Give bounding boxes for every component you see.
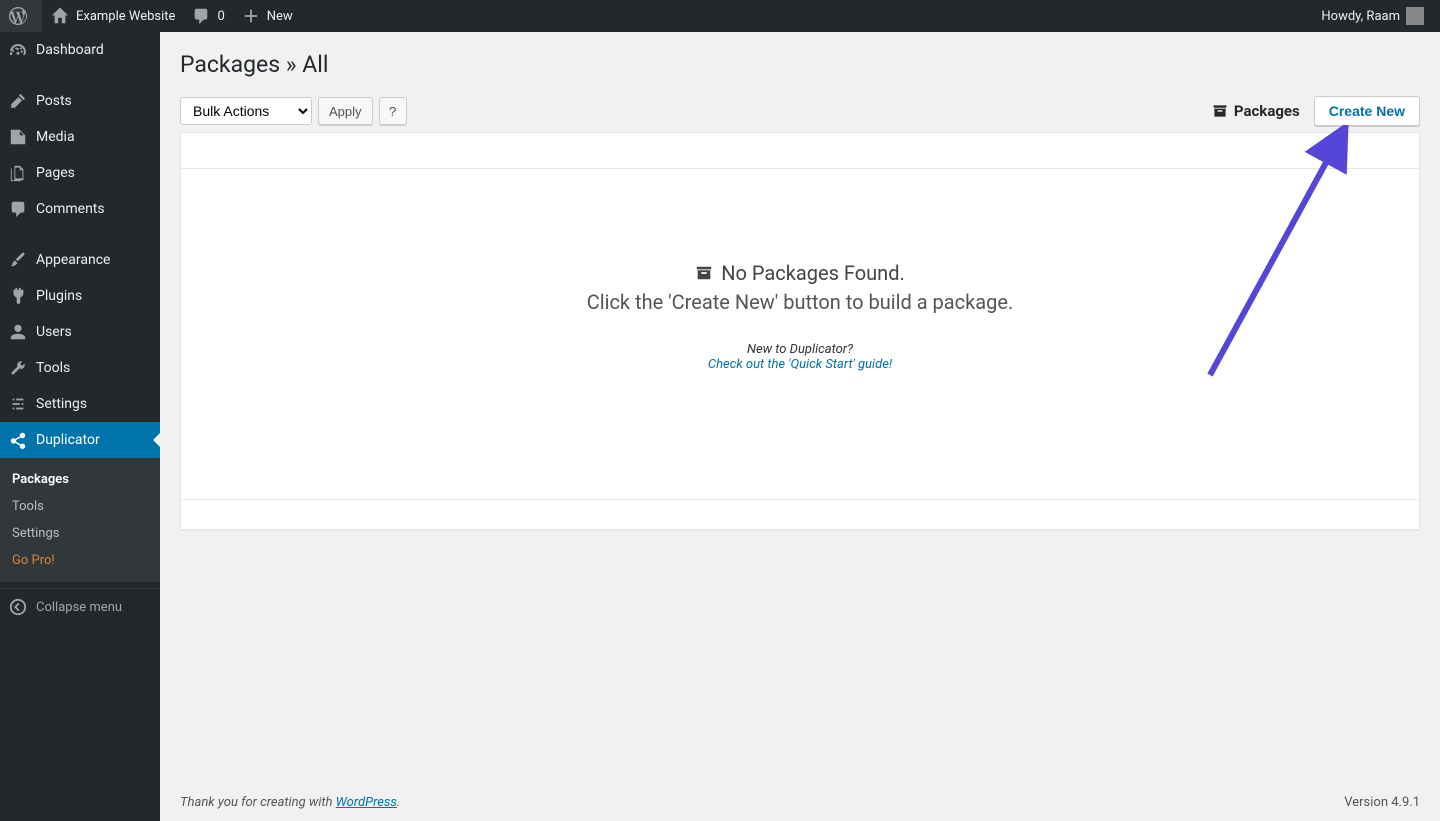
- sidebar-item-label: Comments: [36, 201, 105, 217]
- archive-icon: [695, 264, 713, 282]
- admin-bar: Example Website 0 New Howdy, Raam: [0, 0, 1440, 32]
- submenu-item-settings[interactable]: Settings: [0, 520, 160, 547]
- wp-logo-menu[interactable]: [0, 0, 42, 32]
- new-content-menu[interactable]: New: [233, 0, 301, 32]
- quick-start-link[interactable]: Check out the 'Quick Start' guide!: [181, 357, 1419, 372]
- sidebar-item-label: Tools: [36, 360, 70, 376]
- sidebar-item-label: Pages: [36, 165, 75, 181]
- sidebar-item-label: Plugins: [36, 288, 82, 304]
- site-name-label: Example Website: [76, 9, 175, 24]
- sidebar-item-plugins[interactable]: Plugins: [0, 278, 160, 314]
- share-icon: [8, 430, 28, 450]
- sidebar-item-comments[interactable]: Comments: [0, 191, 160, 227]
- sidebar-item-settings[interactable]: Settings: [0, 386, 160, 422]
- panel-footer: [181, 499, 1419, 529]
- sidebar-item-label: Settings: [36, 396, 87, 412]
- sidebar-item-label: Appearance: [36, 252, 110, 268]
- sidebar-item-label: Media: [36, 129, 75, 145]
- question-icon: ?: [389, 104, 396, 119]
- comment-icon: [8, 199, 28, 219]
- table-nav: Bulk Actions Apply ? Packages Create New: [180, 96, 1420, 126]
- comments-menu[interactable]: 0: [183, 0, 232, 32]
- no-packages-subtext: Click the 'Create New' button to build a…: [181, 290, 1419, 314]
- comments-count: 0: [217, 9, 224, 24]
- comment-icon: [191, 6, 211, 26]
- wrench-icon: [8, 358, 28, 378]
- version-label: Version 4.9.1: [1344, 795, 1420, 810]
- page-title: Packages » All: [180, 42, 1420, 82]
- sidebar-item-users[interactable]: Users: [0, 314, 160, 350]
- collapse-icon: [8, 597, 28, 617]
- users-icon: [8, 322, 28, 342]
- sidebar-item-label: Dashboard: [36, 42, 104, 58]
- sidebar-item-appearance[interactable]: Appearance: [0, 242, 160, 278]
- dashboard-icon: [8, 40, 28, 60]
- sidebar-item-tools[interactable]: Tools: [0, 350, 160, 386]
- panel-header: [181, 133, 1419, 169]
- packages-tab[interactable]: Packages: [1212, 102, 1300, 120]
- bulk-actions-select[interactable]: Bulk Actions: [180, 97, 312, 125]
- help-button[interactable]: ?: [379, 97, 407, 125]
- collapse-label: Collapse menu: [36, 600, 122, 615]
- sidebar-item-label: Users: [36, 324, 72, 340]
- submenu-item-tools[interactable]: Tools: [0, 493, 160, 520]
- sidebar-item-posts[interactable]: Posts: [0, 83, 160, 119]
- home-icon: [50, 6, 70, 26]
- avatar: [1406, 7, 1424, 25]
- new-to-duplicator-text: New to Duplicator?: [181, 342, 1419, 357]
- sidebar-item-label: Duplicator: [36, 432, 100, 448]
- sidebar-item-duplicator[interactable]: Duplicator: [0, 422, 160, 458]
- pages-icon: [8, 163, 28, 183]
- main-content: Packages » All Bulk Actions Apply ? Pack…: [160, 32, 1440, 821]
- submenu-item-packages[interactable]: Packages: [0, 466, 160, 493]
- sidebar-item-label: Posts: [36, 93, 72, 109]
- footer-thanks-post: .: [397, 795, 400, 810]
- submenu-item-gopro[interactable]: Go Pro!: [0, 547, 160, 574]
- footer-thanks-pre: Thank you for creating with: [180, 795, 336, 810]
- brush-icon: [8, 250, 28, 270]
- new-label: New: [267, 9, 293, 24]
- wordpress-link[interactable]: WordPress: [336, 795, 397, 810]
- site-name-menu[interactable]: Example Website: [42, 0, 183, 32]
- packages-panel: No Packages Found. Click the 'Create New…: [180, 132, 1420, 530]
- sliders-icon: [8, 394, 28, 414]
- pushpin-icon: [8, 91, 28, 111]
- footer: Thank you for creating with WordPress. V…: [160, 783, 1440, 821]
- plus-icon: [241, 6, 261, 26]
- howdy-label: Howdy, Raam: [1321, 9, 1400, 24]
- duplicator-submenu: Packages Tools Settings Go Pro!: [0, 458, 160, 582]
- sidebar-item-media[interactable]: Media: [0, 119, 160, 155]
- panel-body: No Packages Found. Click the 'Create New…: [181, 169, 1419, 499]
- admin-sidebar: Dashboard Posts Media Pages Comments App…: [0, 32, 160, 821]
- create-new-button[interactable]: Create New: [1314, 96, 1420, 126]
- wordpress-icon: [8, 6, 28, 26]
- archive-icon: [1212, 103, 1228, 119]
- plugin-icon: [8, 286, 28, 306]
- no-packages-heading: No Packages Found.: [721, 261, 905, 285]
- collapse-menu[interactable]: Collapse menu: [0, 588, 160, 625]
- sidebar-item-pages[interactable]: Pages: [0, 155, 160, 191]
- apply-button[interactable]: Apply: [318, 97, 373, 125]
- packages-tab-label: Packages: [1234, 102, 1300, 120]
- account-menu[interactable]: Howdy, Raam: [1313, 0, 1432, 32]
- sidebar-item-dashboard[interactable]: Dashboard: [0, 32, 160, 68]
- media-icon: [8, 127, 28, 147]
